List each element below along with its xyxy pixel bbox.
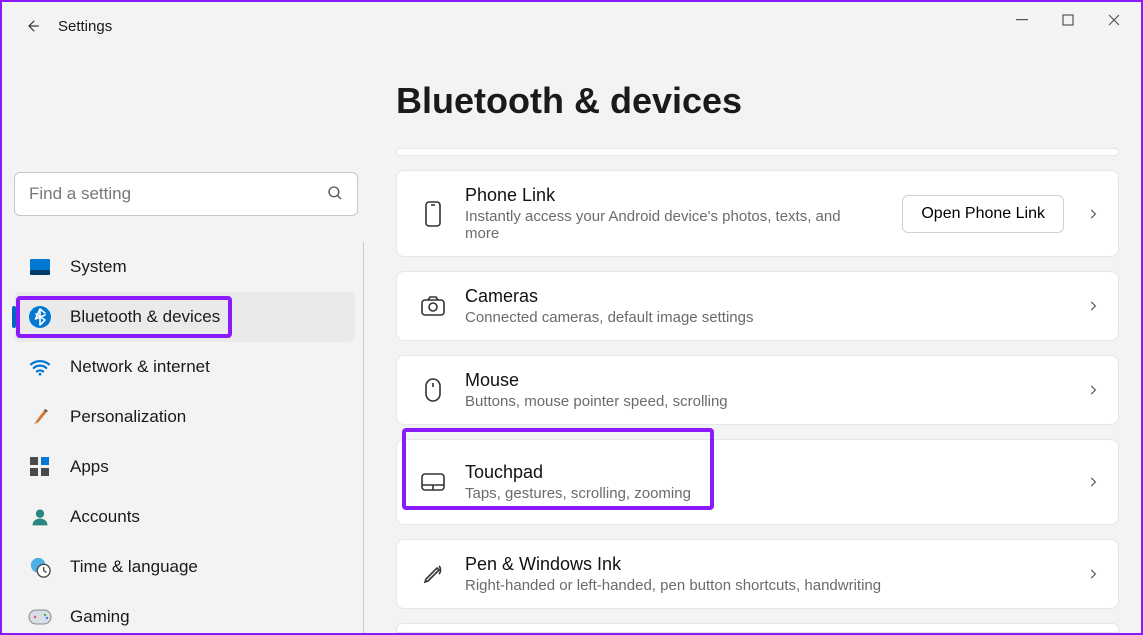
sidebar-item-gaming[interactable]: Gaming — [14, 592, 355, 633]
system-icon — [28, 255, 52, 279]
sidebar-item-accounts[interactable]: Accounts — [14, 492, 355, 542]
sidebar-item-bluetooth-devices[interactable]: Bluetooth & devices — [14, 292, 355, 342]
card-mouse[interactable]: Mouse Buttons, mouse pointer speed, scro… — [396, 355, 1119, 425]
sidebar-item-label: Personalization — [70, 407, 186, 427]
card-description: Taps, gestures, scrolling, zooming — [465, 485, 691, 502]
card-pen-ink[interactable]: Pen & Windows Ink Right-handed or left-h… — [396, 539, 1119, 609]
camera-icon — [415, 295, 451, 317]
card-phone-link[interactable]: Phone Link Instantly access your Android… — [396, 170, 1119, 257]
sidebar-item-system[interactable]: System — [14, 242, 355, 292]
maximize-icon — [1062, 14, 1074, 26]
mouse-icon — [415, 377, 451, 403]
sidebar-item-label: System — [70, 257, 127, 277]
card-cameras[interactable]: Cameras Connected cameras, default image… — [396, 271, 1119, 341]
sidebar: System Bluetooth & devices Network & int… — [2, 50, 364, 633]
gamepad-icon — [28, 605, 52, 629]
chevron-right-icon — [1086, 207, 1100, 221]
card-title: Touchpad — [465, 462, 691, 483]
card-sliver-top — [396, 148, 1119, 156]
minimize-button[interactable] — [999, 4, 1045, 36]
sidebar-item-time-language[interactable]: Time & language — [14, 542, 355, 592]
sidebar-item-label: Gaming — [70, 607, 130, 627]
sidebar-item-network[interactable]: Network & internet — [14, 342, 355, 392]
touchpad-icon — [415, 472, 451, 492]
sidebar-item-label: Bluetooth & devices — [70, 307, 220, 327]
sidebar-item-label: Network & internet — [70, 357, 210, 377]
chevron-right-icon — [1086, 475, 1100, 489]
card-description: Connected cameras, default image setting… — [465, 309, 754, 326]
arrow-left-icon — [23, 17, 41, 35]
chevron-right-icon — [1086, 567, 1100, 581]
apps-icon — [28, 455, 52, 479]
card-title: Pen & Windows Ink — [465, 554, 881, 575]
wifi-icon — [28, 355, 52, 379]
card-title: Mouse — [465, 370, 728, 391]
card-description: Instantly access your Android device's p… — [465, 208, 865, 242]
card-description: Buttons, mouse pointer speed, scrolling — [465, 393, 728, 410]
chevron-right-icon — [1086, 299, 1100, 313]
card-title: Phone Link — [465, 185, 865, 206]
search-input[interactable] — [14, 172, 358, 216]
person-icon — [28, 505, 52, 529]
card-title: Cameras — [465, 286, 754, 307]
sidebar-item-personalization[interactable]: Personalization — [14, 392, 355, 442]
sidebar-item-label: Time & language — [70, 557, 198, 577]
back-button[interactable] — [16, 10, 48, 42]
chevron-right-icon — [1086, 383, 1100, 397]
sidebar-item-label: Accounts — [70, 507, 140, 527]
main-content: Bluetooth & devices Phone Link Instantly… — [364, 50, 1141, 633]
pen-icon — [415, 562, 451, 586]
page-title: Bluetooth & devices — [396, 80, 1119, 122]
bluetooth-icon — [28, 305, 52, 329]
maximize-button[interactable] — [1045, 4, 1091, 36]
card-touchpad[interactable]: Touchpad Taps, gestures, scrolling, zoom… — [396, 439, 1119, 525]
open-phone-link-button[interactable]: Open Phone Link — [902, 195, 1064, 233]
titlebar: Settings — [2, 2, 1141, 50]
globe-clock-icon — [28, 555, 52, 579]
brush-icon — [28, 405, 52, 429]
app-title: Settings — [58, 18, 112, 35]
phone-icon — [415, 200, 451, 228]
close-icon — [1108, 14, 1120, 26]
minimize-icon — [1016, 14, 1028, 26]
sidebar-item-apps[interactable]: Apps — [14, 442, 355, 492]
search-icon — [326, 184, 344, 202]
card-description: Right-handed or left-handed, pen button … — [465, 577, 881, 594]
card-sliver-bottom — [396, 623, 1119, 633]
close-button[interactable] — [1091, 4, 1137, 36]
sidebar-item-label: Apps — [70, 457, 109, 477]
